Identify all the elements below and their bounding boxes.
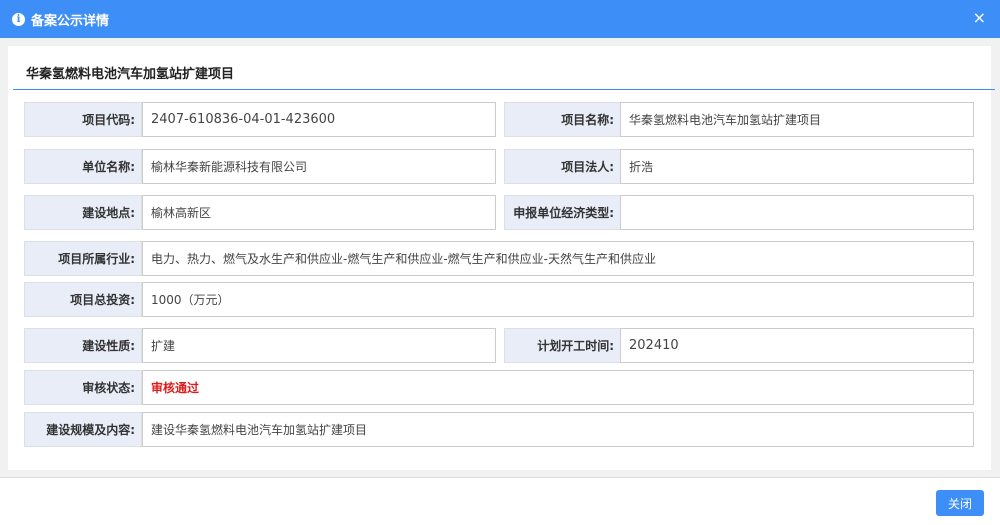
- review-status-field: 审核通过: [142, 370, 974, 405]
- project-code-value: 2407-610836-04-01-423600: [142, 102, 496, 137]
- project-code-label: 项目代码:: [24, 102, 142, 137]
- economic-type-value: [620, 195, 974, 230]
- nature-value: 扩建: [142, 328, 496, 363]
- detail-panel: 华秦氢燃料电池汽车加氢站扩建项目 项目代码: 2407-610836-04-01…: [8, 46, 995, 470]
- industry-label: 项目所属行业:: [24, 241, 142, 276]
- scale-value: 建设华秦氢燃料电池汽车加氢站扩建项目: [142, 412, 974, 447]
- economic-type-label: 申报单位经济类型:: [504, 195, 621, 230]
- close-button[interactable]: 关闭: [936, 490, 984, 516]
- location-label: 建设地点:: [24, 195, 142, 230]
- company-value: 榆林华秦新能源科技有限公司: [142, 149, 496, 184]
- project-heading: 华秦氢燃料电池汽车加氢站扩建项目: [26, 67, 235, 82]
- legal-person-value: 折浩: [620, 149, 974, 184]
- scale-label: 建设规模及内容:: [24, 412, 142, 447]
- project-name-label: 项目名称:: [504, 102, 621, 137]
- info-icon: i: [12, 12, 25, 26]
- investment-label: 项目总投资:: [24, 282, 142, 317]
- industry-value: 电力、热力、燃气及水生产和供应业-燃气生产和供应业-燃气生产和供应业-天然气生产…: [142, 241, 974, 276]
- dialog-titlebar: i 备案公示详情 ×: [0, 0, 1000, 38]
- nature-label: 建设性质:: [24, 328, 142, 363]
- filing-detail-dialog: i 备案公示详情 × 华秦氢燃料电池汽车加氢站扩建项目 项目代码: 2407-6…: [0, 0, 1000, 525]
- heading-divider: [13, 89, 995, 90]
- company-label: 单位名称:: [24, 149, 142, 184]
- status-badge: 审核通过: [151, 381, 200, 395]
- location-value: 榆林高新区: [142, 195, 496, 230]
- investment-value: 1000（万元）: [142, 282, 974, 317]
- start-time-label: 计划开工时间:: [504, 328, 621, 363]
- legal-person-label: 项目法人:: [504, 149, 621, 184]
- project-name-value: 华秦氢燃料电池汽车加氢站扩建项目: [620, 102, 974, 137]
- dialog-footer: 关闭: [0, 478, 1000, 525]
- dialog-title: 备案公示详情: [31, 13, 110, 29]
- close-icon[interactable]: ×: [973, 9, 986, 27]
- review-status-label: 审核状态:: [24, 370, 142, 405]
- start-time-value: 202410: [620, 328, 974, 363]
